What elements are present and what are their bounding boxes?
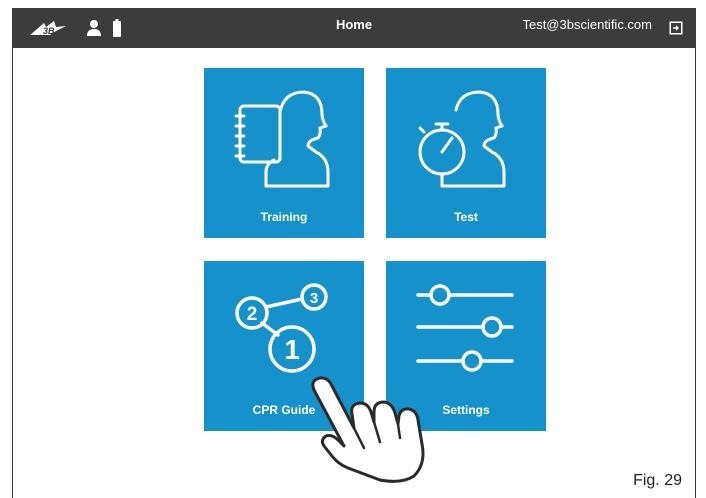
- user-email: Test@3bscientific.com: [522, 17, 652, 32]
- pointing-hand-icon: [311, 376, 425, 483]
- tile-label: Test: [454, 210, 478, 224]
- tile-training[interactable]: Training: [204, 68, 364, 238]
- tile-test[interactable]: Test: [386, 68, 546, 238]
- step-1-label: 1: [284, 334, 300, 365]
- step-3-label: 3: [310, 290, 318, 307]
- step-2-label: 2: [247, 304, 258, 325]
- logout-icon[interactable]: [669, 21, 683, 35]
- training-icon: [234, 90, 330, 188]
- stopwatch-head-icon: [418, 90, 506, 188]
- figure-caption: Fig. 29: [633, 472, 682, 489]
- top-bar: 3B Home Test@3bscientific.com: [12, 8, 696, 48]
- tile-label: Training: [260, 210, 308, 224]
